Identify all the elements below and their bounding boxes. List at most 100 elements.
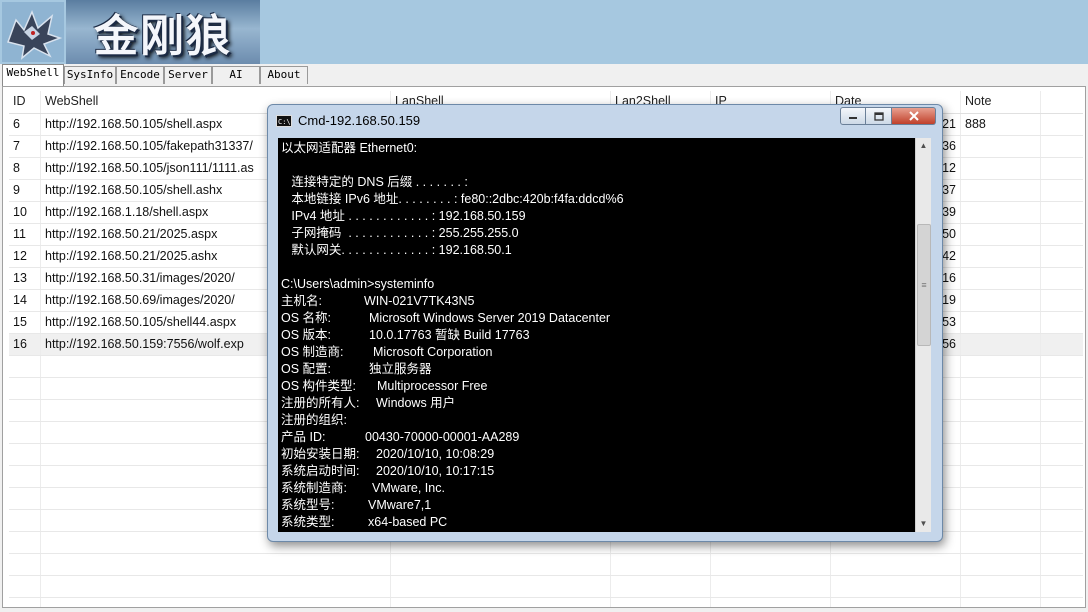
console-key: 默认网关. . . . . . . . . . . . . : 192.168.… (281, 243, 512, 257)
empty-cell (9, 356, 41, 377)
console-value: WIN-021V7TK43N5 (364, 294, 475, 308)
console-key: OS 配置: (281, 362, 332, 376)
empty-cell (961, 378, 1041, 399)
console-line: 子网掩码 . . . . . . . . . . . . : 255.255.2… (281, 225, 911, 242)
console-value: x64-based PC (368, 515, 448, 529)
empty-cell (611, 554, 711, 575)
empty-cell (9, 554, 41, 575)
empty-row (9, 554, 1083, 576)
console-line: 注册的组织: (281, 412, 911, 429)
cell-note (961, 136, 1041, 157)
tab-encode[interactable]: Encode (116, 66, 164, 84)
column-header-id[interactable]: ID (9, 91, 41, 113)
empty-cell (961, 422, 1041, 443)
console-key: OS 版本: (281, 328, 332, 342)
console-line: 默认网关. . . . . . . . . . . . . : 192.168.… (281, 242, 911, 259)
empty-cell (9, 378, 41, 399)
empty-cell (831, 576, 961, 597)
empty-cell (961, 466, 1041, 487)
empty-cell (961, 400, 1041, 421)
console-line: 注册的所有人: Windows 用户 (281, 395, 911, 412)
console-key: 注册的所有人: (281, 396, 360, 410)
scroll-up-icon[interactable]: ▲ (916, 138, 931, 154)
maximize-icon (873, 111, 884, 121)
cell-date-visible-part: 39 (942, 205, 956, 219)
empty-cell (9, 510, 41, 531)
console-line: 连接特定的 DNS 后缀 . . . . . . . : (281, 174, 911, 191)
console-value: 2020/10/10, 10:17:15 (376, 464, 495, 478)
cmd-scrollbar[interactable]: ▲ ≡ ▼ (915, 138, 931, 532)
console-value: VMware, Inc. (372, 481, 445, 495)
empty-cell (9, 444, 41, 465)
console-line: 系统型号: VMware7,1 (281, 497, 911, 514)
cell-note (961, 246, 1041, 267)
console-line: OS 版本: 10.0.17763 暂缺 Build 17763 (281, 327, 911, 344)
console-key: IPv4 地址 . . . . . . . . . . . . : 192.16… (281, 209, 526, 223)
empty-cell (611, 576, 711, 597)
empty-cell (831, 554, 961, 575)
empty-cell (9, 488, 41, 509)
empty-cell (961, 598, 1041, 607)
column-header-note[interactable]: Note (961, 91, 1041, 113)
empty-cell (611, 598, 711, 607)
empty-cell (961, 356, 1041, 377)
console-value: Windows 用户 (376, 396, 456, 410)
scroll-down-icon[interactable]: ▼ (916, 516, 931, 532)
cell-note (961, 180, 1041, 201)
console-line: OS 制造商: Microsoft Corporation (281, 344, 911, 361)
console-line: 初始安装日期: 2020/10/10, 10:08:29 (281, 446, 911, 463)
console-line: 系统制造商: VMware, Inc. (281, 480, 911, 497)
cell-note (961, 290, 1041, 311)
tab-bar: WebShell SysInfo Encode Server AI About (0, 64, 1088, 86)
close-icon (908, 111, 919, 121)
console-line: 主机名: WIN-021V7TK43N5 (281, 293, 911, 310)
cell-note (961, 224, 1041, 245)
empty-cell (961, 532, 1041, 553)
cell-date-visible-part: 56 (942, 337, 956, 351)
console-key: 系统型号: (281, 498, 335, 512)
close-button[interactable] (892, 107, 936, 125)
tab-sysinfo[interactable]: SysInfo (64, 66, 116, 84)
tab-server[interactable]: Server (164, 66, 212, 84)
cmd-output[interactable]: 以太网适配器 Ethernet0: 连接特定的 DNS 后缀 . . . . .… (278, 138, 915, 532)
tab-about[interactable]: About (260, 66, 308, 84)
console-value: Multiprocessor Free (377, 379, 488, 393)
tab-webshell[interactable]: WebShell (2, 64, 64, 86)
cmd-title-bar[interactable]: C:\ Cmd-192.168.50.159 (268, 105, 942, 137)
console-key: C:\Users\admin>systeminfo (281, 277, 435, 291)
console-key: 以太网适配器 Ethernet0: (281, 141, 418, 155)
empty-cell (961, 554, 1041, 575)
console-key: 本地链接 IPv6 地址. . . . . . . . : fe80::2dbc… (281, 192, 624, 206)
tab-ai[interactable]: AI (212, 66, 260, 84)
empty-cell (961, 488, 1041, 509)
console-key: 子网掩码 . . . . . . . . . . . . : 255.255.2… (281, 226, 519, 240)
console-value: 10.0.17763 暂缺 Build 17763 (369, 328, 530, 342)
console-line: OS 配置: 独立服务器 (281, 361, 911, 378)
console-value: 2020/10/10, 10:08:29 (376, 447, 495, 461)
console-line: IPv4 地址 . . . . . . . . . . . . : 192.16… (281, 208, 911, 225)
console-value: Microsoft Windows Server 2019 Datacenter (369, 311, 611, 325)
cell-note: 888 (961, 114, 1041, 135)
cell-date-visible-part: 36 (942, 139, 956, 153)
empty-cell (9, 576, 41, 597)
empty-cell (391, 598, 611, 607)
cell-date-visible-part: 12 (942, 161, 956, 175)
console-key: OS 构件类型: (281, 379, 357, 393)
maximize-button[interactable] (866, 107, 892, 125)
cmd-window[interactable]: C:\ Cmd-192.168.50.159 以太网适配器 Ethernet0:… (267, 104, 943, 542)
empty-cell (961, 576, 1041, 597)
console-key: 初始安装日期: (281, 447, 360, 461)
console-value: 独立服务器 (369, 362, 432, 376)
console-key: OS 制造商: (281, 345, 344, 359)
empty-cell (711, 598, 831, 607)
cell-id: 9 (9, 180, 41, 201)
minimize-icon (849, 117, 857, 119)
minimize-button[interactable] (840, 107, 866, 125)
scroll-thumb[interactable]: ≡ (917, 224, 931, 346)
console-key: 系统类型: (281, 515, 335, 529)
empty-cell (711, 576, 831, 597)
cell-note (961, 202, 1041, 223)
cell-note (961, 312, 1041, 333)
cell-id: 7 (9, 136, 41, 157)
